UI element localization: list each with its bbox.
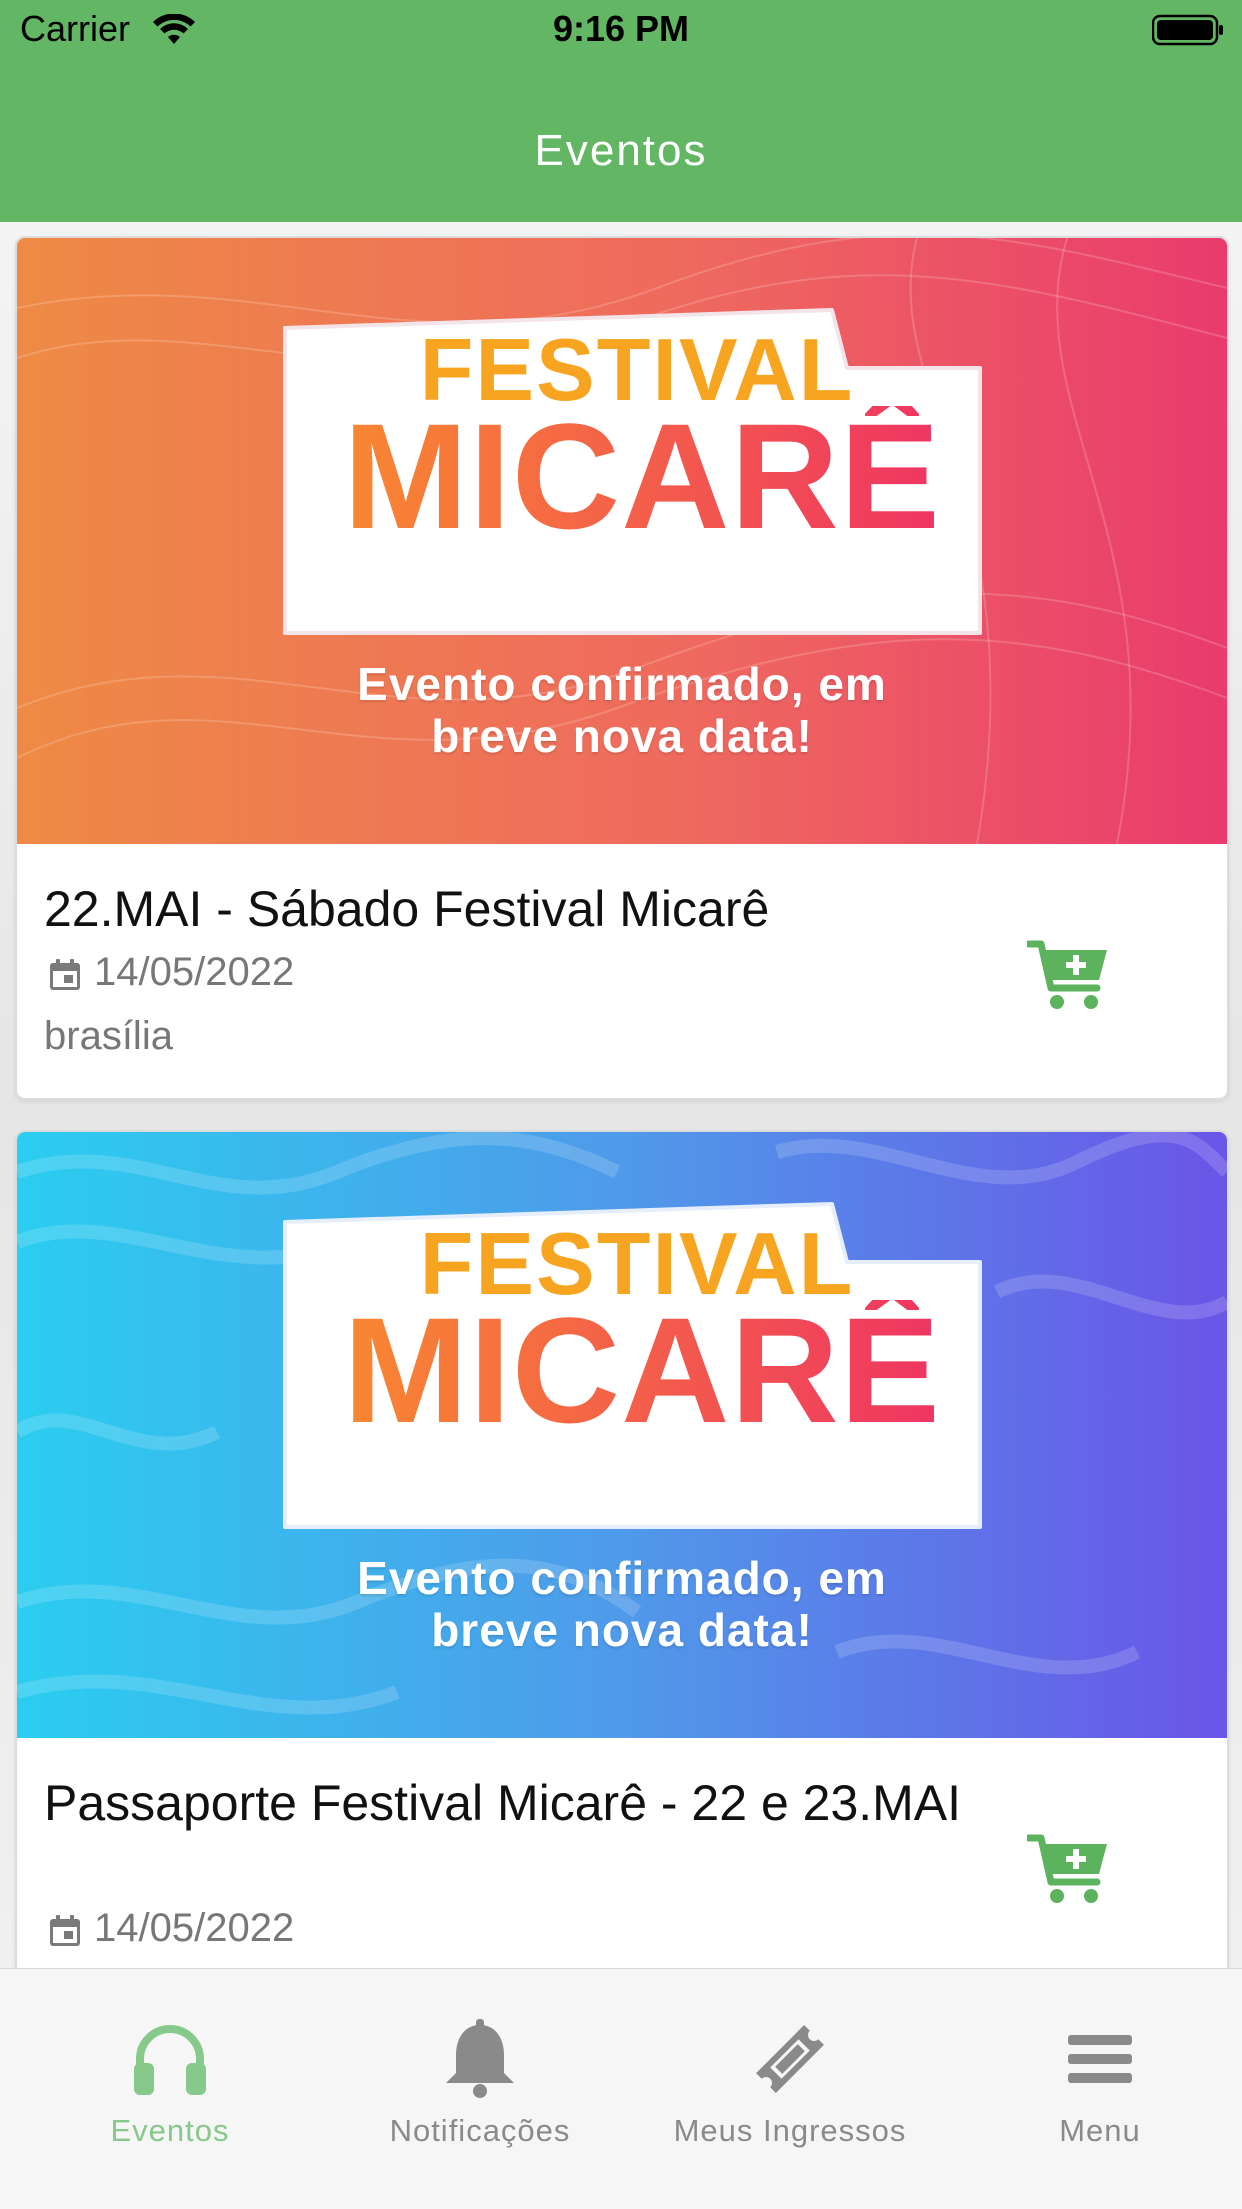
- event-title: 22.MAI - Sábado Festival Micarê: [44, 881, 770, 937]
- bell-icon: [446, 2019, 514, 2098]
- event-date: 14/05/2022: [94, 950, 295, 994]
- status-bar: Carrier 9:16 PM: [0, 0, 1242, 62]
- tab-meus-ingressos[interactable]: Meus Ingressos: [635, 1969, 945, 2209]
- tab-label: Meus Ingressos: [673, 2113, 907, 2148]
- banner-title-line2: MICARÊ: [302, 1295, 982, 1445]
- banner-caption-line2: breve nova data!: [431, 1604, 813, 1656]
- tab-menu[interactable]: Menu: [945, 1969, 1242, 2209]
- tab-label: Notificações: [389, 2113, 571, 2148]
- tab-eventos[interactable]: Eventos: [15, 1969, 325, 2209]
- calendar-icon: [50, 1915, 80, 1946]
- tab-label: Eventos: [110, 2113, 230, 2148]
- battery-icon: [1152, 14, 1223, 46]
- banner-caption-line2: breve nova data!: [431, 710, 813, 762]
- event-list[interactable]: FESTIVAL MICARÊ Evento confirmado, em br…: [0, 222, 1242, 1968]
- cart-plus-icon[interactable]: [1027, 938, 1111, 1014]
- tab-label: Menu: [1059, 2113, 1141, 2148]
- status-time: 9:16 PM: [552, 8, 690, 49]
- banner-caption-line1: Evento confirmado, em: [357, 1552, 887, 1604]
- event-card[interactable]: FESTIVAL MICARÊ Evento confirmado, em br…: [15, 236, 1229, 1100]
- tab-bar: Eventos Notificações Meus Ingressos Menu: [0, 1968, 1242, 2209]
- event-card[interactable]: FESTIVAL MICARÊ Evento confirmado, em br…: [15, 1130, 1229, 1968]
- banner-caption-line1: Evento confirmado, em: [357, 658, 887, 710]
- event-banner[interactable]: FESTIVAL MICARÊ Evento confirmado, em br…: [17, 238, 1227, 844]
- menu-icon: [1068, 2035, 1132, 2083]
- event-date: 14/05/2022: [94, 1906, 295, 1950]
- banner-title-line2: MICARÊ: [302, 401, 982, 551]
- page-title: Eventos: [534, 126, 708, 175]
- event-location: brasília: [44, 1014, 173, 1058]
- calendar-icon: [50, 959, 80, 990]
- event-title: Passaporte Festival Micarê - 22 e 23.MAI: [44, 1775, 962, 1831]
- navigation-bar: Eventos: [0, 62, 1242, 222]
- event-banner[interactable]: FESTIVAL MICARÊ Evento confirmado, em br…: [17, 1132, 1227, 1738]
- tab-notificacoes[interactable]: Notificações: [325, 1969, 635, 2209]
- headphones-icon: [134, 2025, 206, 2095]
- cart-plus-icon[interactable]: [1027, 1832, 1111, 1908]
- ticket-icon: [756, 2025, 824, 2093]
